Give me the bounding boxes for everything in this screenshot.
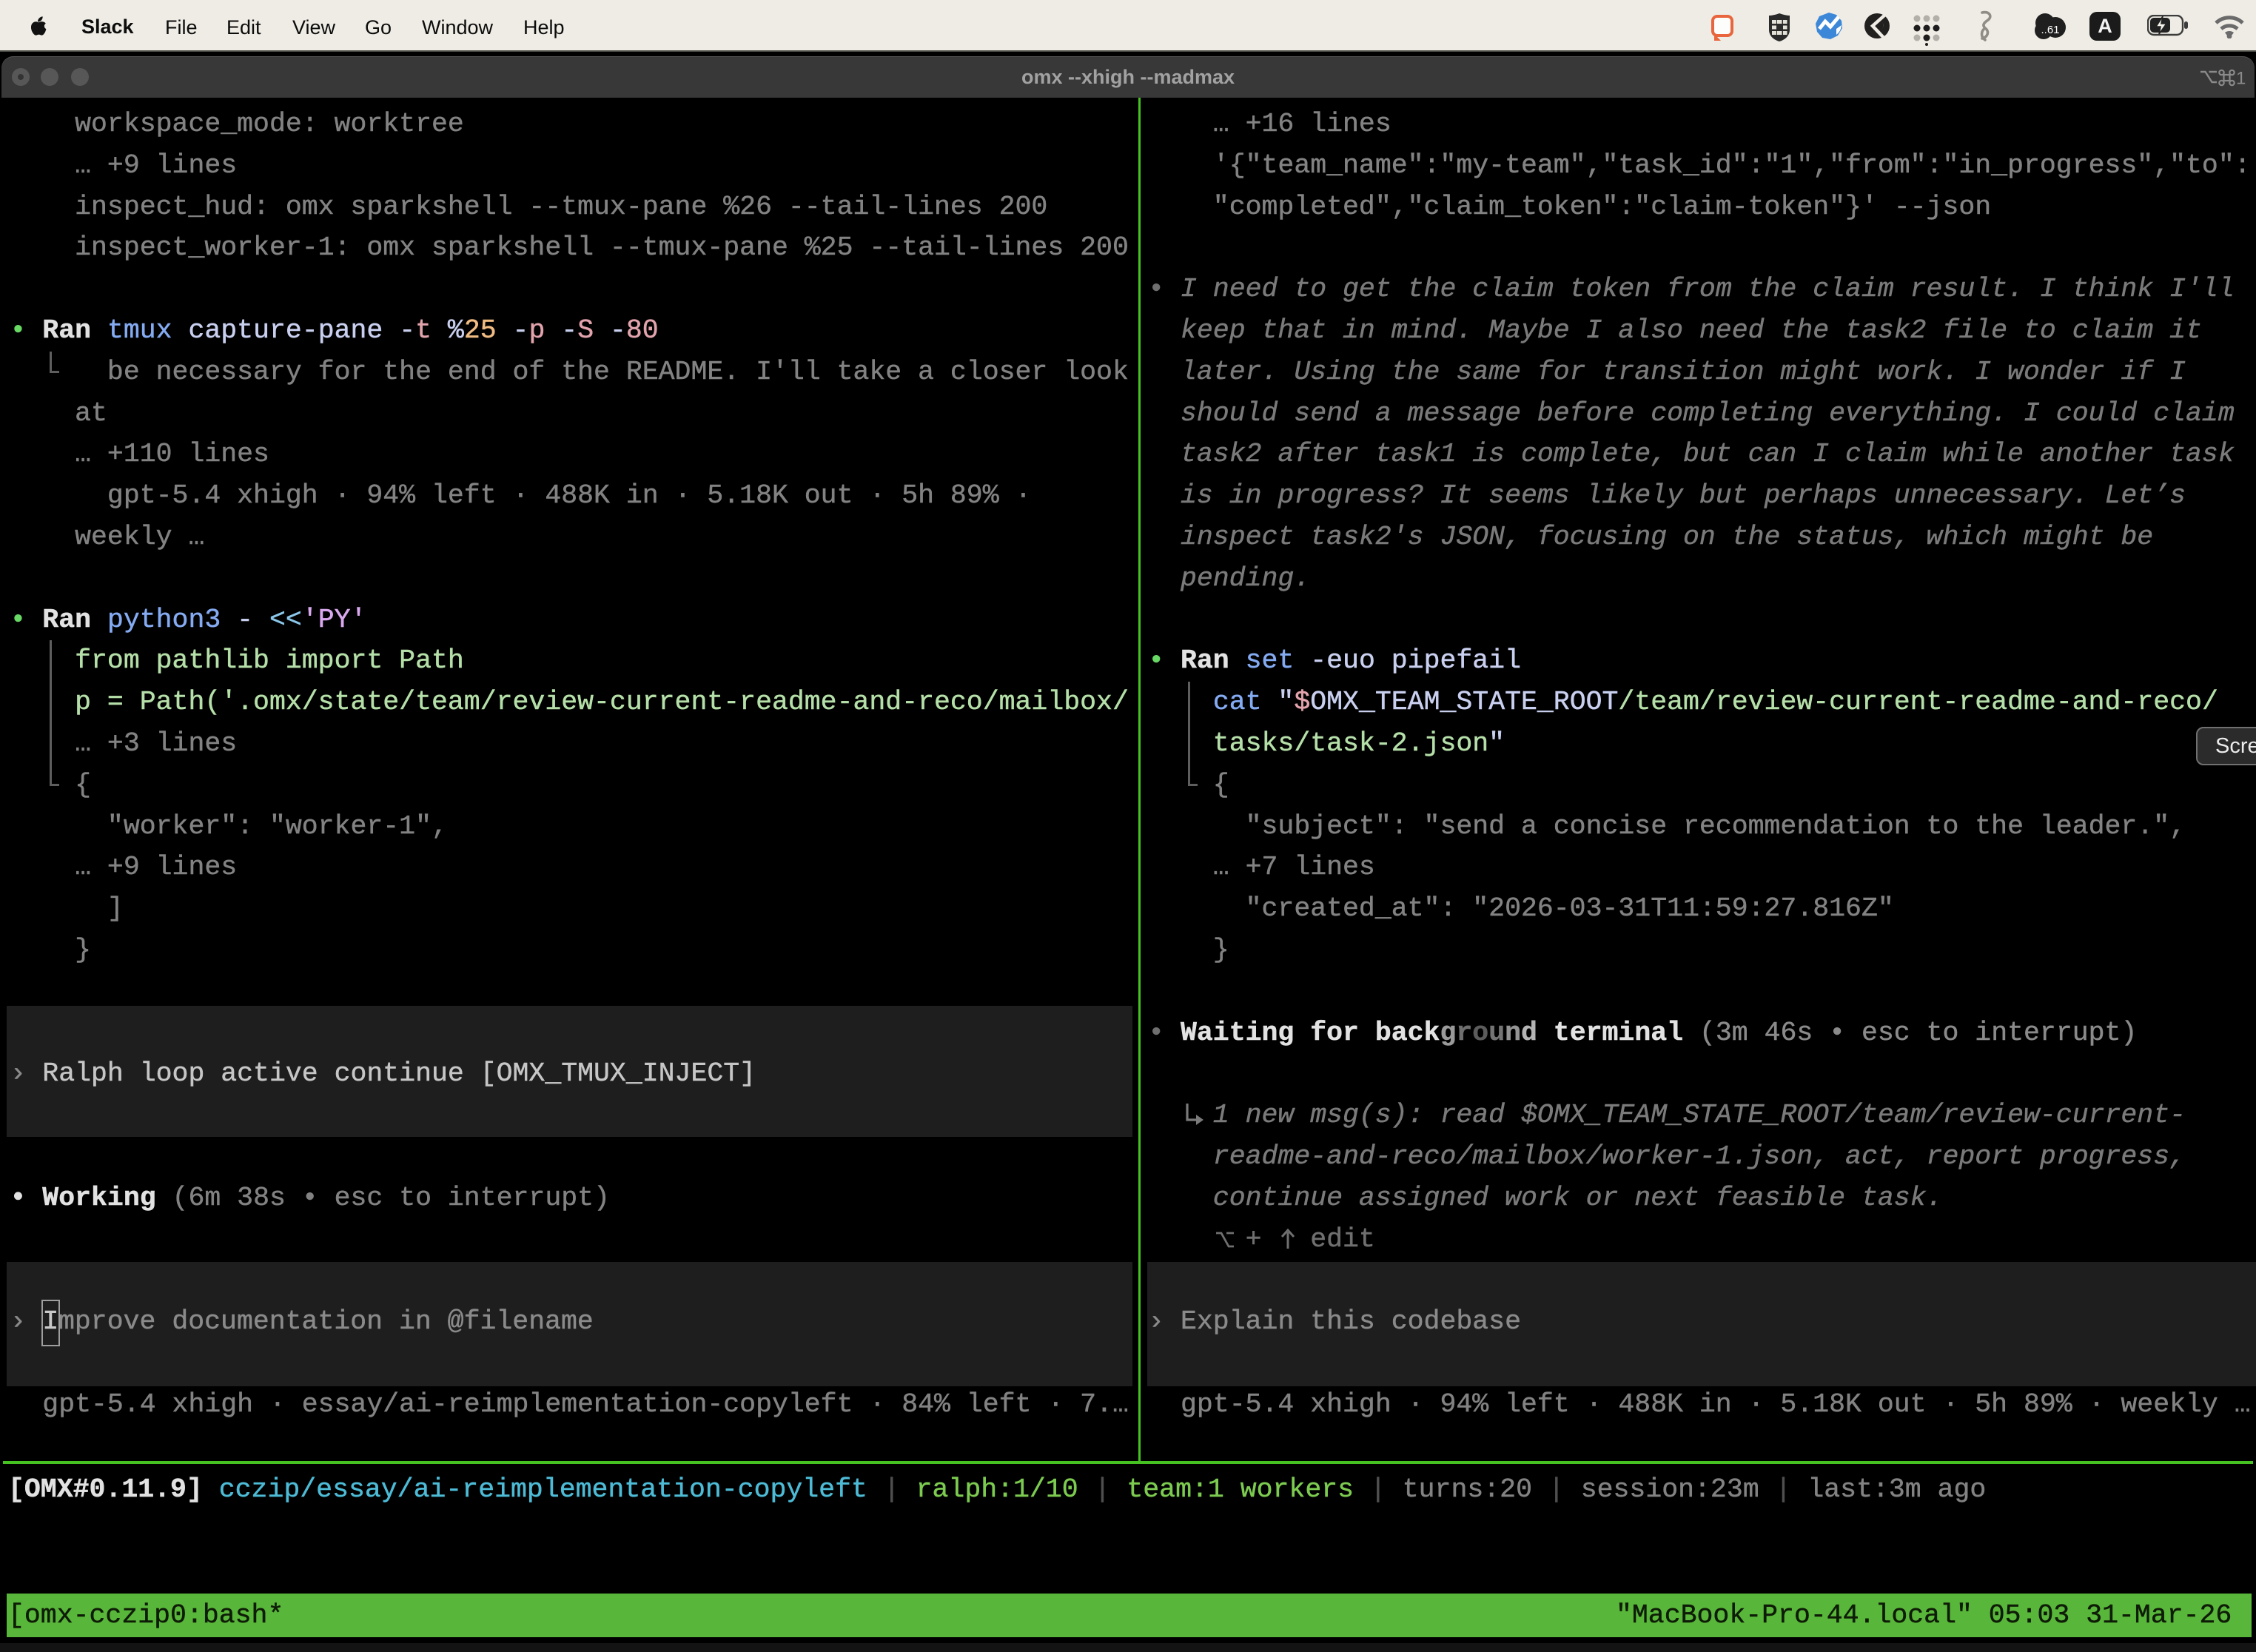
svg-text:..61: ..61 [2041,24,2059,36]
svg-text:1: 1 [2236,69,2246,88]
